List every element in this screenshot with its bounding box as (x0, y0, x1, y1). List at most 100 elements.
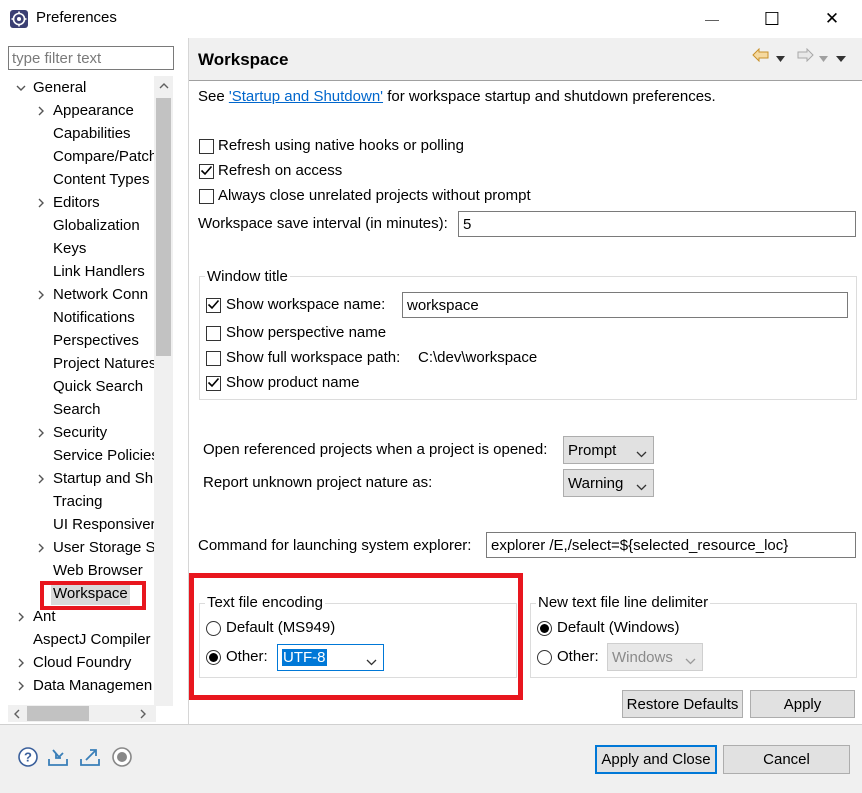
tree-horizontal-scroll-thumb[interactable] (27, 706, 89, 721)
chevron-right-icon[interactable] (36, 428, 46, 438)
startup-shutdown-link[interactable]: 'Startup and Shutdown' (229, 88, 383, 105)
tree-item-network-conn[interactable]: Network Conn (0, 283, 154, 306)
show-product-name-checkbox[interactable] (206, 376, 221, 391)
tree-item-cloud-foundry[interactable]: Cloud Foundry (0, 651, 154, 674)
filter-input[interactable] (8, 46, 174, 70)
tree-item-capabilities[interactable]: Capabilities (0, 122, 154, 145)
refresh-access-checkbox[interactable] (199, 164, 214, 179)
forward-arrow-icon (796, 47, 814, 66)
cancel-button[interactable]: Cancel (723, 745, 850, 774)
tree-item-label: Notifications (53, 309, 135, 326)
svg-text:?: ? (24, 750, 32, 765)
delimiter-default-label: Default (Windows) (557, 619, 680, 636)
tree-item-perspectives[interactable]: Perspectives (0, 329, 154, 352)
tree-item-appearance[interactable]: Appearance (0, 99, 154, 122)
refresh-native-checkbox[interactable] (199, 139, 214, 154)
export-icon[interactable] (79, 746, 101, 768)
footer-separator (0, 724, 862, 725)
report-unknown-combo[interactable]: Warning (563, 469, 654, 497)
refresh-native-label: Refresh using native hooks or polling (218, 137, 464, 154)
tree-item-label: Service Policies (53, 447, 154, 464)
tree-item-search[interactable]: Search (0, 398, 154, 421)
tree-item-label: General (33, 79, 87, 96)
chevron-down-icon (636, 478, 647, 495)
tree-vertical-scroll-thumb[interactable] (156, 98, 171, 356)
minimize-button[interactable]: — (682, 0, 742, 38)
tree-item-startup-and-sh[interactable]: Startup and Sh (0, 467, 154, 490)
page-title: Workspace (198, 50, 289, 69)
intro-suffix: for workspace startup and shutdown prefe… (383, 88, 716, 105)
back-button[interactable] (752, 47, 785, 66)
open-referenced-combo[interactable]: Prompt (563, 436, 654, 464)
chevron-right-icon[interactable] (16, 612, 26, 622)
tree-item-general[interactable]: General (0, 76, 154, 99)
chevron-right-icon[interactable] (36, 543, 46, 553)
show-workspace-name-checkbox[interactable] (206, 298, 221, 313)
tree-item-project-natures[interactable]: Project Natures (0, 352, 154, 375)
maximize-button[interactable]: ☐ (742, 0, 802, 38)
chevron-down-icon[interactable] (16, 83, 26, 93)
line-delimiter-label: New text file line delimiter (536, 594, 711, 611)
chevron-right-icon[interactable] (16, 658, 26, 668)
tree-item-web-browser[interactable]: Web Browser (0, 559, 154, 582)
always-close-checkbox[interactable] (199, 189, 214, 204)
save-interval-input[interactable] (458, 211, 856, 237)
help-icon[interactable]: ? (17, 746, 39, 768)
show-full-path-checkbox[interactable] (206, 351, 221, 366)
preference-tree: General Appearance Capabilities Compare/Pat… (0, 76, 154, 706)
tree-item-tracing[interactable]: Tracing (0, 490, 154, 513)
record-icon[interactable] (111, 746, 133, 768)
tree-item-label: Cloud Foundry (33, 654, 132, 671)
tree-item-compare-patch[interactable]: Compare/Patch (0, 145, 154, 168)
tree-item-user-storage-s[interactable]: User Storage S (0, 536, 154, 559)
workspace-name-input[interactable] (402, 292, 848, 318)
delimiter-default-radio[interactable] (537, 621, 552, 636)
tree-item-label: Project Natures (53, 355, 154, 372)
scroll-right-icon[interactable] (134, 705, 152, 722)
chevron-right-icon[interactable] (36, 474, 46, 484)
chevron-right-icon[interactable] (16, 681, 26, 691)
tree-item-data-managemen[interactable]: Data Managemen (0, 674, 154, 697)
refresh-access-label: Refresh on access (218, 162, 343, 179)
chevron-down-icon (685, 652, 696, 669)
apply-and-close-button[interactable]: Apply and Close (595, 745, 717, 774)
tree-item-keys[interactable]: Keys (0, 237, 154, 260)
scroll-left-icon[interactable] (8, 705, 26, 722)
workspace-highlight-box (40, 581, 146, 610)
delimiter-combo[interactable]: Windows (607, 643, 703, 671)
tree-item-service-policies[interactable]: Service Policies (0, 444, 154, 467)
tree-item-label: Security (53, 424, 108, 441)
delimiter-other-radio[interactable] (537, 650, 552, 665)
open-referenced-label: Open referenced projects when a project … (203, 441, 548, 458)
back-arrow-icon (752, 47, 770, 66)
tree-item-security[interactable]: Security (0, 421, 154, 444)
tree-item-ui-responsiver[interactable]: UI Responsiver (0, 513, 154, 536)
chevron-right-icon[interactable] (36, 106, 46, 116)
tree-item-content-types[interactable]: Content Types (0, 168, 154, 191)
save-interval-label: Workspace save interval (in minutes): (198, 215, 448, 232)
apply-button[interactable]: Apply (750, 690, 855, 718)
tree-item-quick-search[interactable]: Quick Search (0, 375, 154, 398)
chevron-right-icon[interactable] (36, 290, 46, 300)
tree-item-label: Data Managemen (33, 677, 153, 694)
system-explorer-input[interactable] (486, 532, 856, 558)
close-button[interactable]: ✕ (802, 0, 862, 38)
encoding-highlight-box (189, 573, 523, 700)
report-unknown-value: Warning (568, 474, 624, 492)
system-explorer-label: Command for launching system explorer: (198, 537, 472, 554)
view-menu-button[interactable] (836, 48, 846, 66)
show-perspective-name-label: Show perspective name (226, 324, 387, 341)
import-icon[interactable] (47, 746, 69, 768)
tree-item-link-handlers[interactable]: Link Handlers (0, 260, 154, 283)
show-perspective-name-checkbox[interactable] (206, 326, 221, 341)
scroll-up-icon[interactable] (154, 76, 173, 96)
tree-item-aspectj-compiler[interactable]: AspectJ Compiler (0, 628, 154, 651)
report-unknown-label: Report unknown project nature as: (203, 474, 433, 491)
restore-defaults-button[interactable]: Restore Defaults (622, 690, 743, 718)
tree-item-notifications[interactable]: Notifications (0, 306, 154, 329)
forward-button[interactable] (796, 47, 828, 66)
tree-item-globalization[interactable]: Globalization (0, 214, 154, 237)
tree-item-editors[interactable]: Editors (0, 191, 154, 214)
chevron-right-icon[interactable] (36, 198, 46, 208)
tree-item-label: Globalization (53, 217, 140, 234)
